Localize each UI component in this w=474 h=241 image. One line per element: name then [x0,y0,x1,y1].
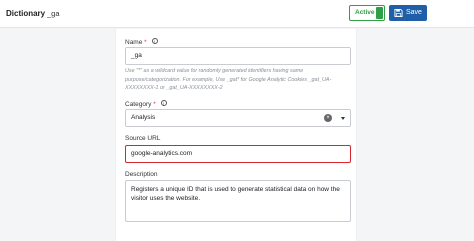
required-mark: * [153,101,156,108]
record-name: _ga [47,9,60,18]
chevron-down-icon[interactable] [341,117,345,120]
source-url-label: Source URL [125,135,161,142]
top-bar: Dictionary _ga Active Save [0,0,474,28]
name-input[interactable]: _ga [125,47,351,65]
description-label: Description [125,171,158,178]
source-url-input[interactable]: google-analytics.com [125,145,351,163]
save-button-label: Save [406,9,422,16]
name-hint: Use "*" as a wildcard value for randomly… [125,68,332,92]
info-icon[interactable]: i [151,38,158,44]
description-textarea[interactable]: Registers a unique ID that is used to ge… [125,180,351,222]
save-button[interactable]: Save [389,5,427,21]
save-icon [394,8,403,18]
info-icon[interactable]: i [160,100,167,106]
active-toggle[interactable]: Active [349,5,385,21]
page-title: Dictionary [6,9,46,18]
category-label: Category * i [125,100,167,108]
clear-icon[interactable]: × [324,114,332,122]
category-select[interactable]: Analysis × [125,109,351,127]
form-panel: Name * i _ga Use "*" as a wildcard value… [115,29,357,241]
required-mark: * [144,39,147,46]
active-toggle-label: Active [355,9,375,16]
name-label: Name * i [125,38,158,46]
toggle-knob [376,7,383,19]
